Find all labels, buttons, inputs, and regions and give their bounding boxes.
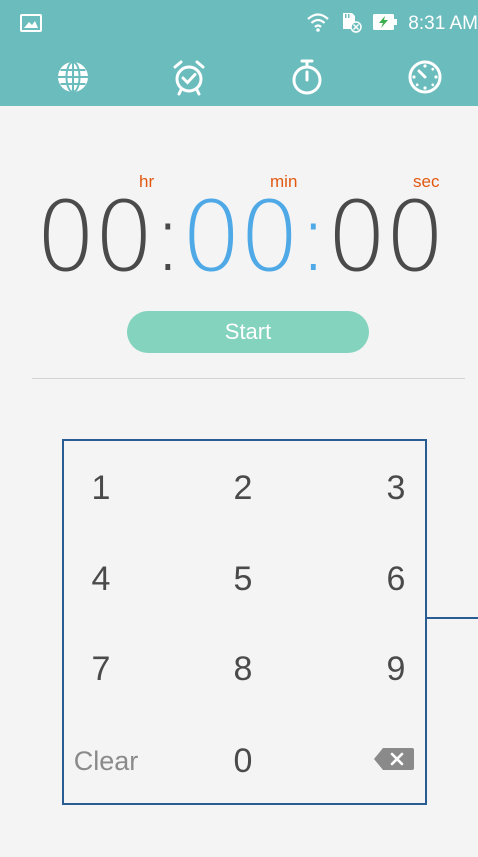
tab-timer[interactable] [402,54,448,100]
key-9[interactable]: 9 [356,639,436,699]
keypad: 1 2 3 4 5 6 7 8 9 Clear 0 [62,439,427,805]
key-8[interactable]: 8 [203,639,283,699]
backspace-icon [372,731,416,791]
image-icon [20,12,42,34]
timer-app: 8:31 AM hr min sec 00:00:00 Start 1 2 3 … [0,0,478,857]
globe-icon [53,57,93,97]
backspace-button[interactable] [354,731,434,791]
tab-world-clock[interactable] [50,54,96,100]
sd-card-icon [340,11,363,38]
seconds-value: 00 [326,181,445,293]
key-1[interactable]: 1 [61,458,141,518]
key-4[interactable]: 4 [61,549,141,609]
key-3[interactable]: 3 [356,458,436,518]
callout-line [427,617,478,619]
separator: : [297,181,329,293]
tab-stopwatch[interactable] [284,54,330,100]
key-0[interactable]: 0 [203,731,283,791]
timer-icon [405,57,445,97]
divider [32,378,465,379]
status-time: 8:31 AM [408,13,478,34]
tab-alarm[interactable] [166,54,212,100]
start-button[interactable]: Start [127,311,369,353]
tab-bar [0,50,478,106]
battery-charging-icon [372,11,398,38]
stopwatch-icon [287,57,327,97]
status-bar: 8:31 AM [0,0,478,50]
separator: : [151,181,184,293]
status-icons: 8:31 AM [306,11,478,38]
clear-button[interactable]: Clear [66,731,146,791]
hours-value: 00 [35,181,154,293]
key-5[interactable]: 5 [203,549,283,609]
wifi-icon [306,11,330,38]
key-6[interactable]: 6 [356,549,436,609]
timer-display: 00:00:00 [0,182,478,292]
key-2[interactable]: 2 [203,458,283,518]
key-7[interactable]: 7 [61,639,141,699]
minutes-value: 00 [180,181,300,293]
alarm-clock-icon [169,57,209,97]
